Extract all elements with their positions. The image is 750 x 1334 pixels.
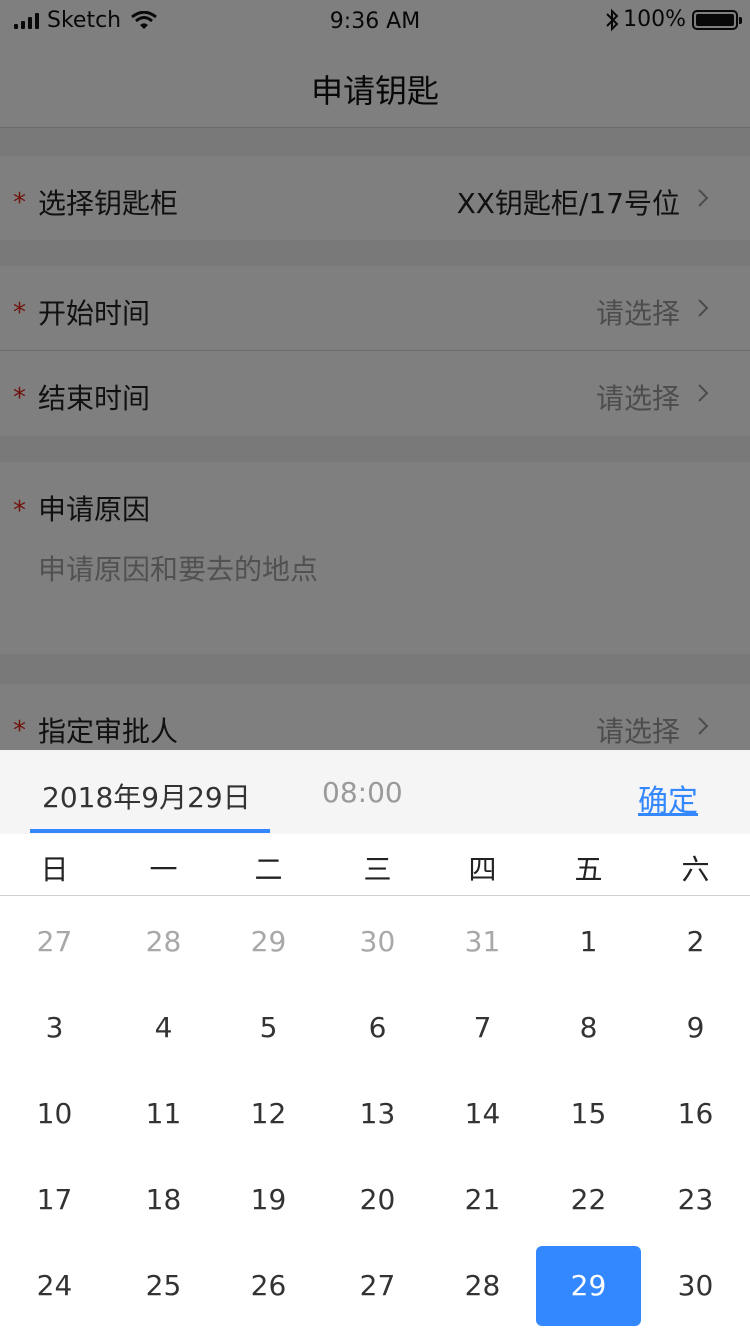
- calendar-day[interactable]: 27: [325, 1246, 430, 1326]
- calendar-day[interactable]: 23: [643, 1160, 748, 1240]
- tab-time[interactable]: 08:00: [322, 776, 403, 809]
- weekday-label: 六: [681, 853, 710, 886]
- calendar-day[interactable]: 20: [325, 1160, 430, 1240]
- calendar-day[interactable]: 17: [2, 1160, 107, 1240]
- tab-date[interactable]: 2018年9月29日: [42, 776, 251, 816]
- weekday-label: 二: [254, 853, 283, 886]
- calendar-day[interactable]: 21: [430, 1160, 535, 1240]
- calendar-day[interactable]: 24: [2, 1246, 107, 1326]
- calendar-day[interactable]: 11: [111, 1074, 216, 1154]
- calendar-day[interactable]: 18: [111, 1160, 216, 1240]
- date-picker: 2018年9月29日 08:00 确定 日一二三四五六 27 28 29 30 31 1 2…: [0, 750, 750, 1334]
- calendar-day[interactable]: 26: [216, 1246, 321, 1326]
- calendar-day[interactable]: 13: [325, 1074, 430, 1154]
- calendar-day[interactable]: 4: [111, 988, 216, 1068]
- weekday-label: 三: [363, 853, 392, 886]
- picker-header: 2018年9月29日 08:00 确定: [0, 750, 750, 834]
- calendar-day[interactable]: 8: [536, 988, 641, 1068]
- calendar-day[interactable]: 30: [325, 902, 430, 982]
- calendar-day[interactable]: 15: [536, 1074, 641, 1154]
- calendar-day[interactable]: 29: [216, 902, 321, 982]
- calendar-day[interactable]: 12: [216, 1074, 321, 1154]
- weekday-label: 日: [40, 853, 69, 886]
- calendar-day[interactable]: 19: [216, 1160, 321, 1240]
- calendar-day[interactable]: 3: [2, 988, 107, 1068]
- calendar-day-selected[interactable]: 29: [536, 1246, 641, 1326]
- calendar-day[interactable]: 25: [111, 1246, 216, 1326]
- calendar-day[interactable]: 1: [536, 902, 641, 982]
- calendar-day[interactable]: 28: [430, 1246, 535, 1326]
- calendar-day[interactable]: 7: [430, 988, 535, 1068]
- weekday-label: 一: [149, 853, 178, 886]
- calendar-day[interactable]: 28: [111, 902, 216, 982]
- calendar-day[interactable]: 2: [643, 902, 748, 982]
- calendar-day[interactable]: 30: [643, 1246, 748, 1326]
- calendar-day[interactable]: 10: [2, 1074, 107, 1154]
- weekday-header: 日一二三四五六: [0, 834, 750, 896]
- confirm-button[interactable]: 确定: [638, 776, 698, 820]
- weekday-label: 五: [574, 853, 603, 886]
- calendar-day[interactable]: 9: [643, 988, 748, 1068]
- calendar-day[interactable]: 22: [536, 1160, 641, 1240]
- calendar-day[interactable]: 14: [430, 1074, 535, 1154]
- calendar-day[interactable]: 27: [2, 902, 107, 982]
- active-tab-indicator: [30, 829, 270, 833]
- calendar-day[interactable]: 5: [216, 988, 321, 1068]
- calendar-day[interactable]: 16: [643, 1074, 748, 1154]
- calendar-day[interactable]: 6: [325, 988, 430, 1068]
- weekday-label: 四: [468, 853, 497, 886]
- calendar-day[interactable]: 31: [430, 902, 535, 982]
